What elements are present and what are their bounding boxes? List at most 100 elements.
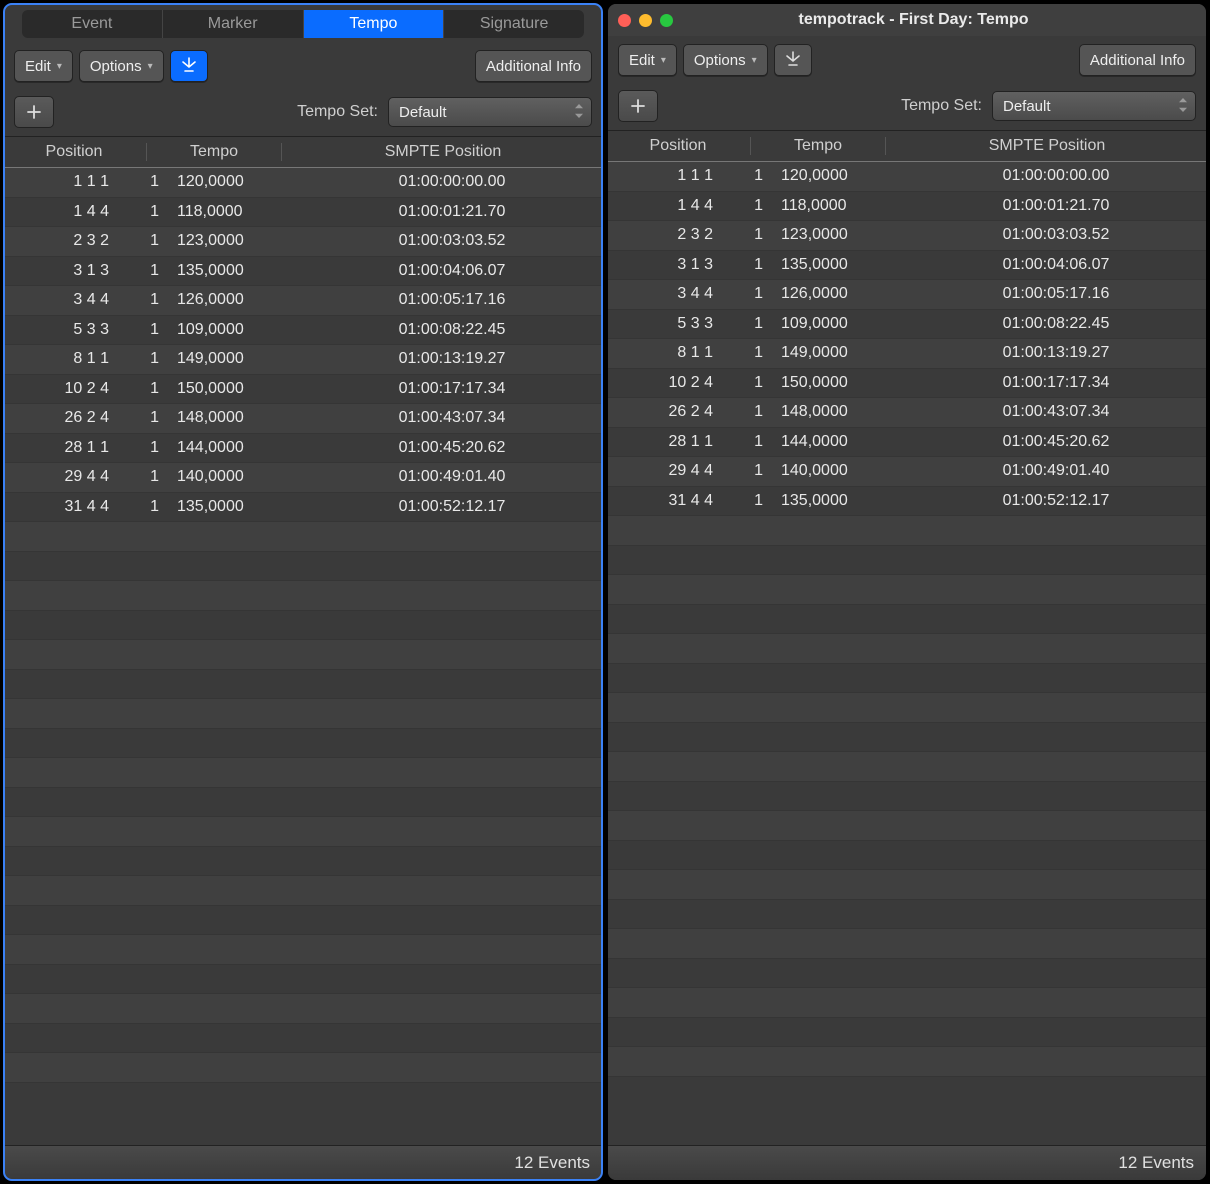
cell-tempo[interactable]: 135,0000 — [773, 492, 906, 510]
column-header-smpte[interactable]: SMPTE Position — [284, 143, 602, 161]
cell-position[interactable]: 31 4 4 — [608, 492, 723, 510]
additional-info-button[interactable]: Additional Info — [1079, 44, 1196, 76]
edit-menu[interactable]: Edit▾ — [618, 44, 677, 76]
cell-position[interactable]: 26 2 4 — [608, 403, 723, 421]
table-row[interactable]: 28 1 11144,000001:00:45:20.62 — [4, 434, 602, 464]
tab-tempo[interactable]: Tempo — [304, 10, 444, 38]
cell-subdivision[interactable]: 1 — [723, 226, 773, 244]
cell-position[interactable]: 29 4 4 — [608, 462, 723, 480]
cell-smpte[interactable]: 01:00:13:19.27 — [302, 350, 602, 368]
table-row[interactable]: 31 4 41135,000001:00:52:12.17 — [608, 487, 1206, 517]
cell-tempo[interactable]: 135,0000 — [169, 262, 302, 280]
cell-position[interactable]: 1 1 1 — [608, 167, 723, 185]
close-window-button[interactable] — [618, 14, 631, 27]
cell-tempo[interactable]: 144,0000 — [773, 433, 906, 451]
cell-position[interactable]: 2 3 2 — [4, 232, 119, 250]
additional-info-button[interactable]: Additional Info — [475, 50, 592, 82]
cell-subdivision[interactable]: 1 — [119, 321, 169, 339]
cell-subdivision[interactable]: 1 — [119, 380, 169, 398]
cell-tempo[interactable]: 135,0000 — [773, 256, 906, 274]
cell-subdivision[interactable]: 1 — [723, 285, 773, 303]
cell-smpte[interactable]: 01:00:01:21.70 — [302, 203, 602, 221]
cell-subdivision[interactable]: 1 — [723, 256, 773, 274]
cell-tempo[interactable]: 120,0000 — [773, 167, 906, 185]
table-row[interactable]: 3 1 31135,000001:00:04:06.07 — [608, 251, 1206, 281]
cell-smpte[interactable]: 01:00:05:17.16 — [906, 285, 1206, 303]
minimize-window-button[interactable] — [639, 14, 652, 27]
column-header-smpte[interactable]: SMPTE Position — [888, 137, 1206, 155]
cell-smpte[interactable]: 01:00:17:17.34 — [906, 374, 1206, 392]
cell-smpte[interactable]: 01:00:08:22.45 — [302, 321, 602, 339]
cell-position[interactable]: 3 1 3 — [4, 262, 119, 280]
tab-signature[interactable]: Signature — [444, 10, 584, 38]
column-divider[interactable] — [146, 143, 147, 161]
cell-tempo[interactable]: 140,0000 — [773, 462, 906, 480]
cell-tempo[interactable]: 144,0000 — [169, 439, 302, 457]
cell-smpte[interactable]: 01:00:04:06.07 — [906, 256, 1206, 274]
cell-subdivision[interactable]: 1 — [723, 433, 773, 451]
options-menu[interactable]: Options▾ — [683, 44, 768, 76]
add-event-button[interactable] — [14, 96, 54, 128]
cell-smpte[interactable]: 01:00:01:21.70 — [906, 197, 1206, 215]
cell-tempo[interactable]: 148,0000 — [169, 409, 302, 427]
cell-smpte[interactable]: 01:00:03:03.52 — [906, 226, 1206, 244]
cell-position[interactable]: 26 2 4 — [4, 409, 119, 427]
table-row[interactable]: 2 3 21123,000001:00:03:03.52 — [4, 227, 602, 257]
table-row[interactable]: 31 4 41135,000001:00:52:12.17 — [4, 493, 602, 523]
cell-subdivision[interactable]: 1 — [119, 468, 169, 486]
cell-subdivision[interactable]: 1 — [723, 374, 773, 392]
table-row[interactable]: 3 4 41126,000001:00:05:17.16 — [4, 286, 602, 316]
cell-position[interactable]: 3 4 4 — [4, 291, 119, 309]
cell-tempo[interactable]: 109,0000 — [773, 315, 906, 333]
cell-position[interactable]: 31 4 4 — [4, 498, 119, 516]
cell-position[interactable]: 1 1 1 — [4, 173, 119, 191]
cell-smpte[interactable]: 01:00:13:19.27 — [906, 344, 1206, 362]
table-row[interactable]: 3 4 41126,000001:00:05:17.16 — [608, 280, 1206, 310]
options-menu[interactable]: Options▾ — [79, 50, 164, 82]
cell-tempo[interactable]: 123,0000 — [169, 232, 302, 250]
cell-smpte[interactable]: 01:00:52:12.17 — [302, 498, 602, 516]
cell-subdivision[interactable]: 1 — [723, 315, 773, 333]
table-row[interactable]: 28 1 11144,000001:00:45:20.62 — [608, 428, 1206, 458]
cell-tempo[interactable]: 109,0000 — [169, 321, 302, 339]
table-row[interactable]: 8 1 11149,000001:00:13:19.27 — [4, 345, 602, 375]
cell-position[interactable]: 3 1 3 — [608, 256, 723, 274]
cell-position[interactable]: 28 1 1 — [4, 439, 119, 457]
cell-smpte[interactable]: 01:00:45:20.62 — [302, 439, 602, 457]
table-row[interactable]: 10 2 41150,000001:00:17:17.34 — [608, 369, 1206, 399]
table-row[interactable]: 1 1 11120,000001:00:00:00.00 — [608, 162, 1206, 192]
tab-event[interactable]: Event — [22, 10, 162, 38]
cell-smpte[interactable]: 01:00:08:22.45 — [906, 315, 1206, 333]
cell-subdivision[interactable]: 1 — [119, 291, 169, 309]
cell-subdivision[interactable]: 1 — [723, 167, 773, 185]
table-row[interactable]: 1 4 41118,000001:00:01:21.70 — [608, 192, 1206, 222]
cell-position[interactable]: 10 2 4 — [608, 374, 723, 392]
cell-position[interactable]: 8 1 1 — [4, 350, 119, 368]
column-divider[interactable] — [281, 143, 282, 161]
add-event-button[interactable] — [618, 90, 658, 122]
zoom-window-button[interactable] — [660, 14, 673, 27]
cell-subdivision[interactable]: 1 — [119, 173, 169, 191]
tempo-set-select[interactable]: Default — [992, 91, 1196, 121]
cell-smpte[interactable]: 01:00:05:17.16 — [302, 291, 602, 309]
cell-smpte[interactable]: 01:00:52:12.17 — [906, 492, 1206, 510]
cell-subdivision[interactable]: 1 — [119, 350, 169, 368]
table-row[interactable]: 1 1 11120,000001:00:00:00.00 — [4, 168, 602, 198]
cell-subdivision[interactable]: 1 — [119, 498, 169, 516]
cell-tempo[interactable]: 150,0000 — [169, 380, 302, 398]
cell-subdivision[interactable]: 1 — [723, 403, 773, 421]
cell-subdivision[interactable]: 1 — [119, 409, 169, 427]
table-row[interactable]: 8 1 11149,000001:00:13:19.27 — [608, 339, 1206, 369]
cell-tempo[interactable]: 126,0000 — [169, 291, 302, 309]
cell-tempo[interactable]: 150,0000 — [773, 374, 906, 392]
cell-smpte[interactable]: 01:00:00:00.00 — [906, 167, 1206, 185]
cell-subdivision[interactable]: 1 — [723, 492, 773, 510]
cell-position[interactable]: 1 4 4 — [4, 203, 119, 221]
cell-position[interactable]: 2 3 2 — [608, 226, 723, 244]
cell-tempo[interactable]: 118,0000 — [169, 203, 302, 221]
tab-marker[interactable]: Marker — [163, 10, 303, 38]
tempo-set-select[interactable]: Default — [388, 97, 592, 127]
cell-position[interactable]: 29 4 4 — [4, 468, 119, 486]
cell-subdivision[interactable]: 1 — [723, 197, 773, 215]
cell-subdivision[interactable]: 1 — [119, 232, 169, 250]
